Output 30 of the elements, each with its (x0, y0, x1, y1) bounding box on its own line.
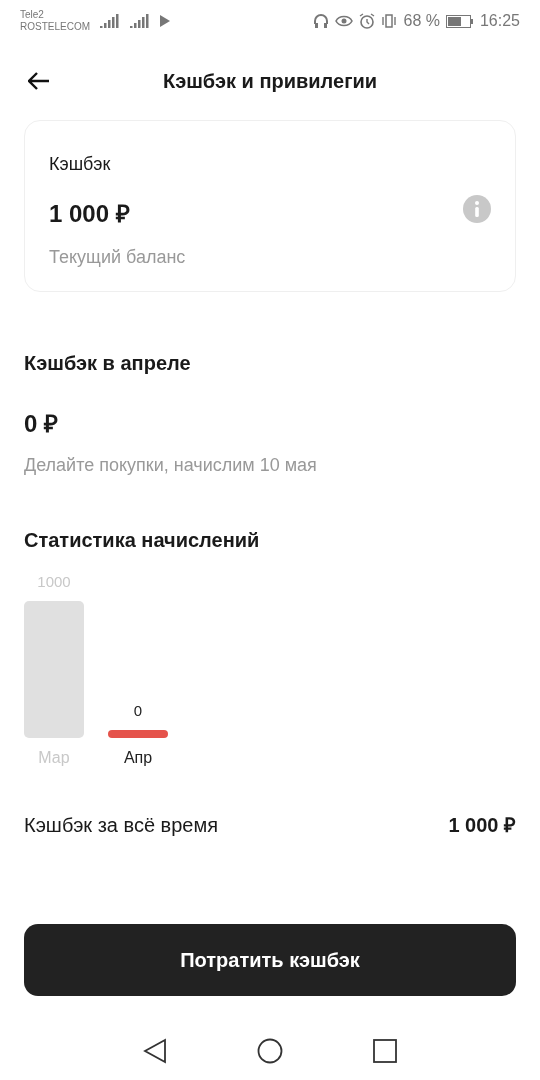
balance-amount: 1 000 ₽ (49, 199, 131, 229)
spend-button[interactable]: Потратить кэшбэк (24, 924, 516, 996)
carrier-name: ROSTELECOM (20, 21, 90, 33)
back-nav-icon[interactable] (143, 1038, 167, 1064)
home-nav-icon[interactable] (257, 1038, 283, 1064)
battery-percent: 68 % (403, 11, 440, 31)
alarm-icon (359, 13, 376, 29)
back-arrow-icon (28, 72, 50, 90)
signal-icon (130, 14, 150, 28)
month-label: Апр (123, 748, 153, 768)
total-label: Кэшбэк за всё время (24, 813, 219, 838)
carrier-name: Tele2 (20, 9, 45, 21)
vibrate-icon (381, 13, 398, 29)
clock: 16:25 (479, 11, 520, 31)
balance-caption: Текущий баланс (49, 246, 186, 269)
month-amount: 0 ₽ (24, 409, 59, 439)
page-title: Кэшбэк и привилегии (161, 69, 379, 94)
zero-value-marker (108, 730, 168, 738)
section-title: Кэшбэк в апреле (24, 351, 192, 376)
signal-icon (100, 14, 120, 28)
card-title: Кэшбэк (49, 153, 112, 176)
eye-icon (335, 15, 354, 27)
bar-value: 0 (133, 700, 143, 721)
play-icon (160, 15, 170, 27)
accrual-note: Делайте покупки, начислим 10 мая (24, 454, 318, 477)
battery-icon (445, 14, 474, 28)
recents-nav-icon[interactable] (373, 1039, 397, 1063)
total-value: 1 000 ₽ (448, 813, 516, 838)
section-title: Статистика начислений (24, 528, 261, 553)
headphones-icon (313, 13, 330, 29)
